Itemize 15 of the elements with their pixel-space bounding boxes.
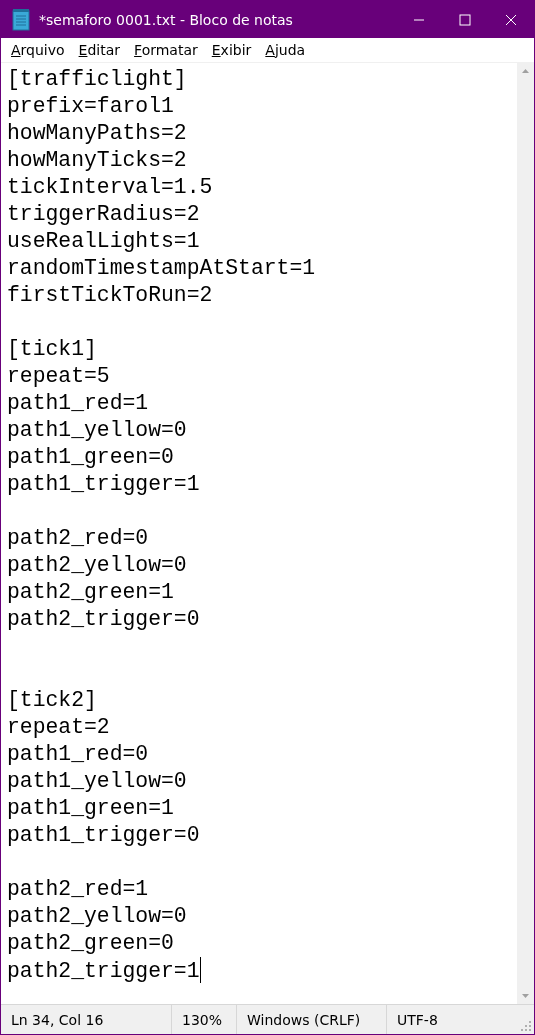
close-icon[interactable]: [505, 13, 517, 26]
menu-item[interactable]: Arquivo: [4, 42, 72, 58]
menu-item[interactable]: Formatar: [127, 42, 205, 58]
menu-item[interactable]: Editar: [71, 42, 128, 58]
status-text: Ln 34, Col 16: [11, 1011, 104, 1028]
resize-grip-icon[interactable]: [520, 1020, 532, 1032]
editor-text: [trafficlight] prefix=farol1 howManyPaths=2 howManyTicks=2 tickInterval=1.5 triggerRadius=2 useRealLights=1 randomTimestampAtStart=1 firstTickToRun=2 [tick1] repeat=5 path1_red=1 path1_yellow=0 path1_green=0 path1_trigger=1 path2_red=0 path2_yellow=0 path2_green=1 path2_trigger=0 [tick2] repeat=2 path1_red=0 path1_yellow=0 path1_green=1 path1_trigger=0 path2_red=1 path2_yellow=0 path2_green=0 path2_trigger=1: [7, 66, 316, 985]
status-text: 130%: [182, 1011, 223, 1028]
menu-item[interactable]: Exibir: [204, 42, 259, 58]
notepad-icon: [12, 8, 30, 31]
window-title: *semaforo 0001.txt - Bloco de notas: [39, 11, 294, 28]
maximize-icon[interactable]: [459, 13, 471, 26]
menu-item[interactable]: Ajuda: [258, 42, 313, 58]
status-text: Windows (CRLF): [247, 1011, 361, 1028]
status-text: UTF-8: [397, 1011, 438, 1028]
